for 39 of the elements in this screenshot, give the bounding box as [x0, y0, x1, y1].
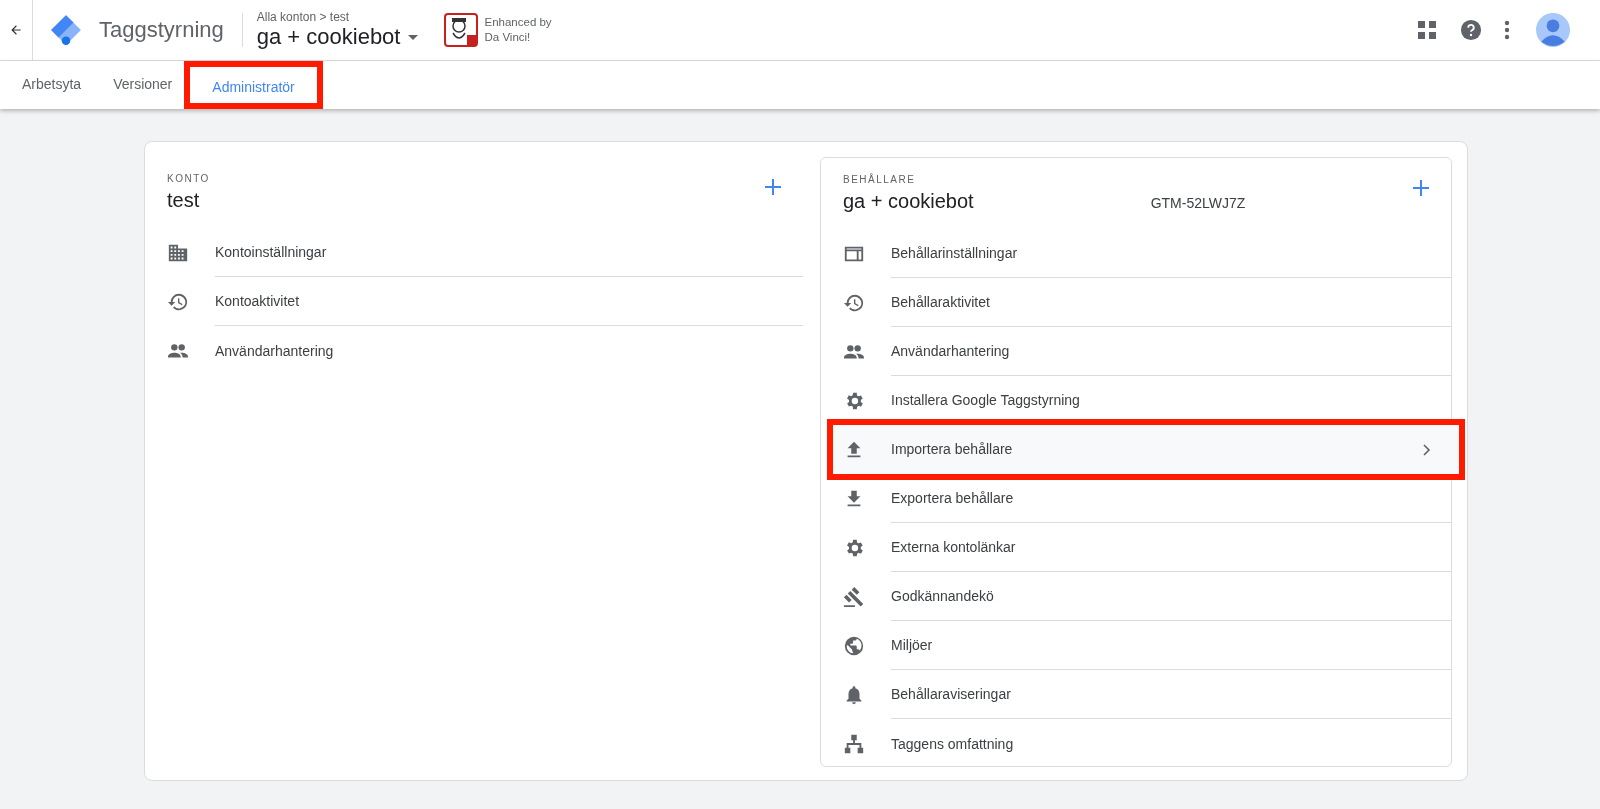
menu-item[interactable]: Taggens omfattning — [843, 719, 1451, 768]
menu-item[interactable]: Godkännandekö — [843, 572, 1451, 621]
section-label: BEHÅLLARE — [843, 174, 917, 185]
menu-item[interactable]: Behållaraktivitet — [843, 278, 1451, 327]
menu-item[interactable]: Behållaraviseringar — [843, 670, 1451, 719]
caret-icon — [408, 34, 419, 40]
menu-item[interactable]: Behållarinställningar — [843, 229, 1451, 278]
tab[interactable]: Administratör — [196, 67, 311, 109]
globe-icon — [843, 634, 865, 657]
menu-item[interactable]: Exportera behållare — [843, 474, 1451, 523]
chevron-right-icon — [1423, 443, 1431, 456]
menu-item[interactable]: Användarhantering — [843, 327, 1451, 376]
avatar-icon[interactable] — [1536, 13, 1570, 47]
help-icon[interactable] — [1460, 19, 1482, 41]
logo-icon — [49, 13, 83, 47]
section-name: ga + cookiebot — [843, 190, 974, 213]
menu-item[interactable]: Användarhantering — [167, 326, 803, 375]
section-label: KONTO — [167, 173, 210, 184]
more-options-icon[interactable] — [1504, 20, 1510, 40]
tab[interactable]: Versioner — [97, 61, 189, 109]
menu-item[interactable]: Kontoinställningar — [167, 228, 803, 277]
back-arrow-icon[interactable] — [9, 23, 23, 37]
menu-item[interactable]: Externa kontolänkar — [843, 523, 1451, 572]
apps-grid-icon[interactable] — [1418, 21, 1436, 39]
container-selector[interactable]: ga + cookiebot — [256, 24, 419, 50]
breadcrumb[interactable]: Alla konton > test — [256, 10, 419, 24]
tab[interactable]: Arbetsyta — [6, 61, 98, 109]
section-name: test — [167, 189, 200, 212]
extension-text: Enhanced by — [484, 15, 552, 30]
extension-text: Da Vinci! — [484, 30, 532, 45]
gavel-icon — [843, 585, 865, 608]
add-icon[interactable] — [1413, 180, 1429, 196]
extension-logo-icon[interactable] — [444, 13, 479, 47]
container-id: GTM-52LWJ7Z — [1150, 195, 1246, 211]
add-icon[interactable] — [765, 179, 781, 195]
menu-item[interactable]: Kontoaktivitet — [167, 277, 803, 326]
product-name: Taggstyrning — [99, 17, 224, 43]
menu-item[interactable]: Miljöer — [843, 621, 1451, 670]
hierarchy-icon — [843, 732, 865, 755]
